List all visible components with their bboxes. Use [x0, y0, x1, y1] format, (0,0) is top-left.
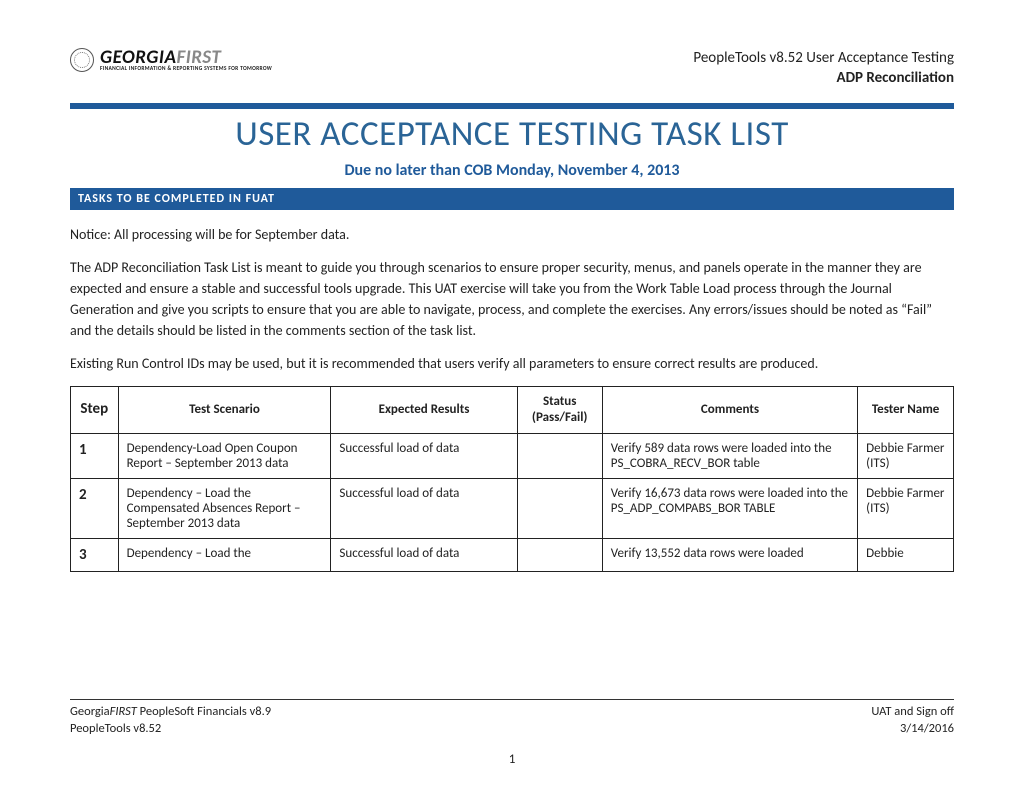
cell-expected: Successful load of data	[331, 434, 517, 479]
cell-comments: Verify 13,552 data rows were loaded	[602, 539, 857, 572]
table-row: 1 Dependency-Load Open Coupon Report – S…	[71, 434, 954, 479]
cell-step: 2	[71, 479, 119, 539]
cell-expected: Successful load of data	[331, 479, 517, 539]
cell-step: 3	[71, 539, 119, 572]
col-tester: Tester Name	[858, 386, 954, 434]
cell-status	[517, 539, 602, 572]
cell-status	[517, 479, 602, 539]
col-status: Status (Pass/Fail)	[517, 386, 602, 434]
logo-subtitle: FINANCIAL INFORMATION & REPORTING SYSTEM…	[100, 67, 272, 73]
footer-rule	[70, 699, 954, 700]
cell-scenario: Dependency – Load the	[118, 539, 331, 572]
footer-first: FIRST	[110, 704, 137, 719]
footer-left-1: GeorgiaFIRST PeopleSoft Financials v8.9	[70, 704, 271, 721]
task-table: Step Test Scenario Expected Results Stat…	[70, 386, 954, 573]
paragraph-runcontrol: Existing Run Control IDs may be used, bu…	[70, 353, 954, 374]
cell-status	[517, 434, 602, 479]
col-comments: Comments	[602, 386, 857, 434]
cell-tester: Debbie	[858, 539, 954, 572]
paragraph-intro: The ADP Reconciliation Task List is mean…	[70, 257, 954, 341]
footer-georgia: Georgia	[70, 704, 110, 719]
page-footer: GeorgiaFIRST PeopleSoft Financials v8.9 …	[70, 699, 954, 767]
table-row: 3 Dependency – Load the Successful load …	[71, 539, 954, 572]
cell-tester: Debbie Farmer (ITS)	[858, 479, 954, 539]
footer-left-2: PeopleTools v8.52	[70, 721, 161, 738]
seal-icon	[70, 48, 94, 72]
logo-text: GEORGIAFIRST FINANCIAL INFORMATION & REP…	[100, 48, 272, 73]
table-row: 2 Dependency – Load the Compensated Abse…	[71, 479, 954, 539]
footer-right-2: 3/14/2016	[900, 721, 954, 738]
footer-right-1: UAT and Sign off	[871, 704, 954, 721]
page-number: 1	[70, 752, 954, 767]
table-header-row: Step Test Scenario Expected Results Stat…	[71, 386, 954, 434]
cell-scenario: Dependency – Load the Compensated Absenc…	[118, 479, 331, 539]
section-bar: TASKS TO BE COMPLETED IN FUAT	[70, 188, 954, 210]
cell-expected: Successful load of data	[331, 539, 517, 572]
footer-row-2: PeopleTools v8.52 3/14/2016	[70, 721, 954, 738]
due-line: Due no later than COB Monday, November 4…	[70, 161, 954, 180]
document-title: USER ACCEPTANCE TESTING TASK LIST	[70, 113, 954, 155]
footer-left-rest: PeopleSoft Financials v8.9	[137, 704, 271, 719]
col-expected: Expected Results	[331, 386, 517, 434]
cell-comments: Verify 589 data rows were loaded into th…	[602, 434, 857, 479]
title-top-rule	[70, 103, 954, 109]
header-right: PeopleTools v8.52 User Acceptance Testin…	[693, 48, 954, 89]
logo-main: GEORGIAFIRST	[100, 48, 272, 67]
logo-block: GEORGIAFIRST FINANCIAL INFORMATION & REP…	[70, 48, 272, 73]
cell-scenario: Dependency-Load Open Coupon Report – Sep…	[118, 434, 331, 479]
col-step: Step	[71, 386, 119, 434]
page-header: GEORGIAFIRST FINANCIAL INFORMATION & REP…	[70, 48, 954, 89]
cell-step: 1	[71, 434, 119, 479]
header-line-1: PeopleTools v8.52 User Acceptance Testin…	[693, 48, 954, 68]
cell-tester: Debbie Farmer (ITS)	[858, 434, 954, 479]
header-line-2: ADP Reconciliation	[693, 68, 954, 88]
paragraph-notice: Notice: All processing will be for Septe…	[70, 224, 954, 245]
col-scenario: Test Scenario	[118, 386, 331, 434]
footer-row-1: GeorgiaFIRST PeopleSoft Financials v8.9 …	[70, 704, 954, 721]
body-text: Notice: All processing will be for Septe…	[70, 224, 954, 374]
cell-comments: Verify 16,673 data rows were loaded into…	[602, 479, 857, 539]
